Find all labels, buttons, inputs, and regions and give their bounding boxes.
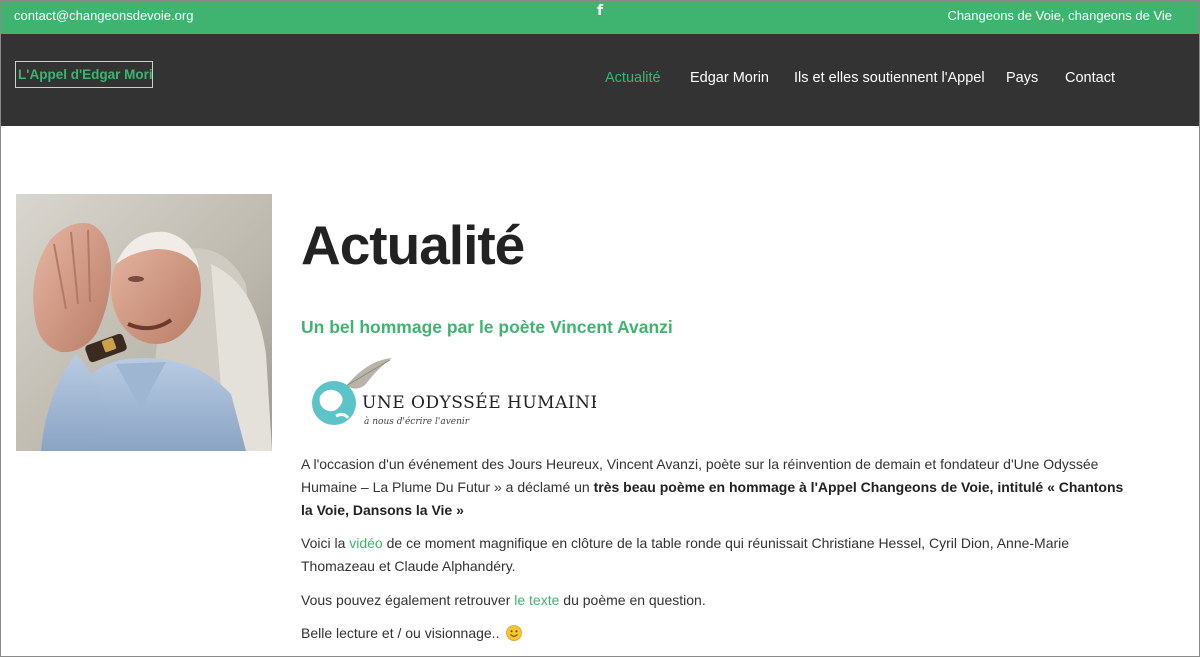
paragraph-text: Vous pouvez également retrouver le texte…	[301, 589, 1131, 612]
paragraph-text-after: du poème en question.	[559, 592, 706, 608]
nav-item-contact[interactable]: Contact	[1065, 70, 1115, 86]
edgar-morin-portrait	[16, 194, 272, 451]
nav-item-soutiens[interactable]: Ils et elles soutiennent l'Appel	[794, 70, 985, 86]
poem-text-link[interactable]: le texte	[514, 592, 559, 608]
feather-icon	[345, 358, 392, 389]
smiley-icon	[506, 625, 523, 641]
page-title: Actualité	[301, 214, 525, 276]
paragraph-video-before: Voici la	[301, 535, 350, 551]
site-logo[interactable]: L'Appel d'Edgar Morin	[15, 61, 153, 88]
paragraph-text-before: Vous pouvez également retrouver	[301, 592, 515, 608]
site-tagline: Changeons de Voie, changeons de Vie	[947, 8, 1172, 23]
nav-item-actualite[interactable]: Actualité	[605, 70, 661, 86]
nav-item-pays[interactable]: Pays	[1006, 70, 1038, 86]
contact-email-link[interactable]: contact@changeonsdevoie.org	[14, 8, 193, 23]
odyssey-logo-tagline: à nous d'écrire l'avenir	[364, 416, 470, 427]
nav-item-edgar-morin[interactable]: Edgar Morin	[690, 70, 769, 86]
paragraph-video-after: de ce moment magnifique en clôture de la…	[301, 535, 1070, 574]
article-subtitle[interactable]: Un bel hommage par le poète Vincent Avan…	[301, 317, 673, 338]
paragraph-closing-text: Belle lecture et / ou visionnage..	[301, 625, 500, 641]
odyssey-humaine-logo: UNE ODYSSÉE HUMAINE à nous d'écrire l'av…	[306, 356, 603, 436]
facebook-icon[interactable]: f	[597, 3, 603, 19]
odyssey-logo-title: UNE ODYSSÉE HUMAINE	[362, 392, 596, 413]
paragraph-intro: A l'occasion d'un événement des Jours He…	[301, 453, 1131, 522]
video-link[interactable]: vidéo	[349, 535, 382, 551]
paragraph-closing: Belle lecture et / ou visionnage..	[301, 622, 1131, 645]
paragraph-video: Voici la vidéo de ce moment magnifique e…	[301, 532, 1131, 578]
site-header: L'Appel d'Edgar Morin Actualité Edgar Mo…	[1, 34, 1199, 126]
top-bar: contact@changeonsdevoie.org f Changeons …	[1, 1, 1199, 34]
